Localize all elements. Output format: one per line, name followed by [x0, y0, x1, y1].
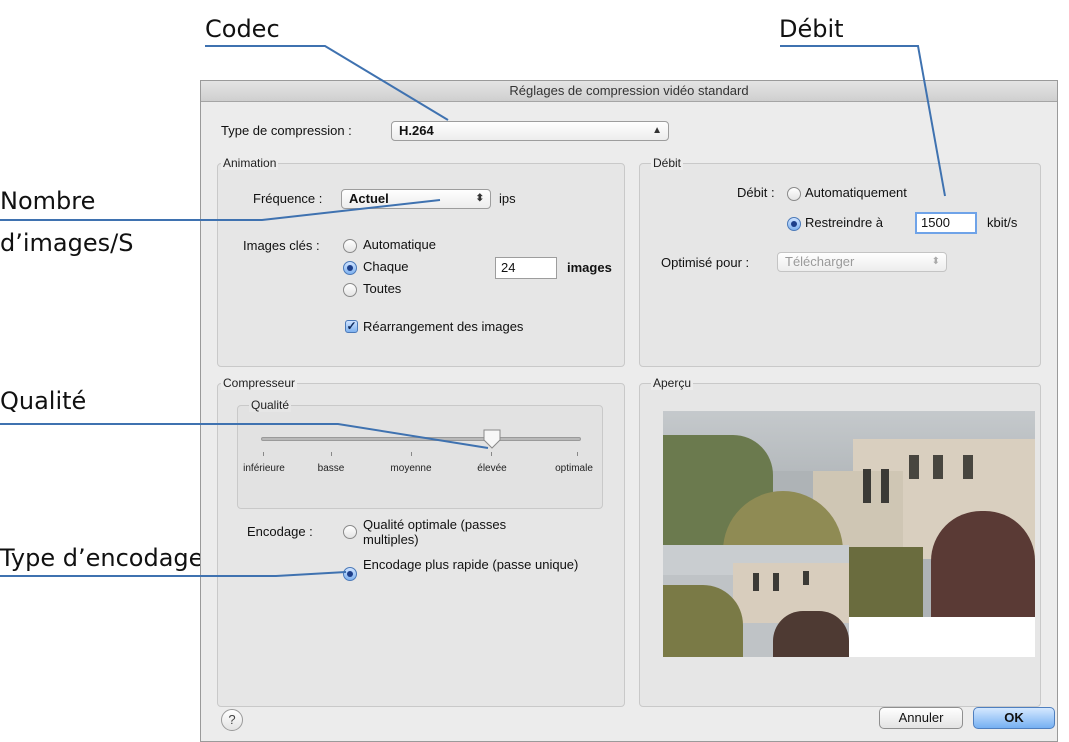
keyframe-radio-chaque[interactable]	[343, 261, 357, 275]
debit-radio-auto[interactable]	[787, 187, 801, 201]
callout-nombre-line2: d’images/S	[0, 229, 134, 257]
quality-label-inferieure: inférieure	[243, 463, 285, 474]
compression-type-label: Type de compression :	[221, 123, 352, 138]
dialog-title: Réglages de compression vidéo standard	[201, 81, 1057, 102]
keyframe-option-chaque: Chaque	[363, 259, 409, 274]
optimise-label: Optimisé pour :	[661, 255, 750, 270]
encodage-label: Encodage :	[247, 524, 313, 539]
encodage-radio-optimal[interactable]	[343, 525, 357, 539]
debit-value-field[interactable]: 1500	[915, 212, 977, 234]
popup-arrows-icon: ▲	[652, 125, 662, 136]
callout-nombre-line1: Nombre	[0, 187, 96, 215]
quality-label-optimale: optimale	[555, 463, 593, 474]
quality-tick	[411, 452, 412, 456]
optimise-popup[interactable]: Télécharger ⬍	[777, 252, 947, 272]
compression-type-popup[interactable]: H.264 ▲	[391, 121, 669, 141]
quality-tick	[331, 452, 332, 456]
compression-dialog: Réglages de compression vidéo standard T…	[200, 80, 1058, 742]
qualite-box	[237, 405, 603, 509]
callout-qualite: Qualité	[0, 387, 87, 415]
callout-debit: Débit	[779, 15, 844, 43]
help-button[interactable]: ?	[221, 709, 243, 731]
keyframes-label: Images clés :	[243, 238, 320, 253]
ok-button[interactable]: OK	[973, 707, 1055, 729]
compresseur-group-title: Compresseur	[221, 376, 298, 390]
preview-image-inset	[663, 545, 849, 657]
debit-group-title: Débit	[651, 156, 684, 170]
quality-tick	[263, 452, 264, 456]
callout-type-encodage: Type d’encodage	[0, 544, 204, 572]
keyframe-interval-field[interactable]: 24	[495, 257, 557, 279]
quality-slider-track[interactable]	[261, 437, 581, 441]
keyframe-unit: images	[567, 260, 612, 275]
debit-radio-restrict[interactable]	[787, 217, 801, 231]
preview-blank-area	[849, 617, 1035, 657]
quality-label-basse: basse	[317, 463, 345, 474]
quality-slider-thumb[interactable]	[483, 429, 501, 449]
quality-label-elevee: élevée	[477, 463, 507, 474]
optimise-value: Télécharger	[785, 254, 855, 269]
popup-arrows-icon: ⬍	[931, 256, 940, 267]
frequence-unit: ips	[499, 191, 516, 206]
frequence-value: Actuel	[349, 191, 389, 206]
reorder-label: Réarrangement des images	[363, 319, 524, 334]
debit-option-auto: Automatiquement	[805, 185, 907, 200]
keyframe-radio-automatique[interactable]	[343, 239, 357, 253]
encodage-option-optimal: Qualité optimale (passes multiples)	[363, 517, 507, 547]
keyframe-option-automatique: Automatique	[363, 237, 436, 252]
animation-group-title: Animation	[221, 156, 279, 170]
popup-arrows-icon: ⬍	[475, 193, 484, 204]
reorder-checkbox[interactable]: ✓	[345, 320, 358, 333]
debit-option-restrict: Restreindre à	[805, 215, 884, 230]
quality-label-moyenne: moyenne	[390, 463, 432, 474]
quality-tick	[577, 452, 578, 456]
compression-type-value: H.264	[399, 123, 434, 138]
encodage-option-rapide: Encodage plus rapide (passe unique)	[363, 557, 579, 572]
debit-label: Débit :	[737, 185, 775, 200]
apercu-group-title: Aperçu	[651, 376, 694, 390]
keyframe-option-toutes: Toutes	[363, 281, 402, 296]
debit-unit: kbit/s	[987, 215, 1018, 230]
frequence-popup[interactable]: Actuel ⬍	[341, 189, 491, 209]
qualite-box-title: Qualité	[249, 398, 292, 412]
quality-tick	[491, 452, 492, 456]
callout-codec: Codec	[205, 15, 280, 43]
frequence-label: Fréquence :	[253, 191, 323, 206]
keyframe-radio-toutes[interactable]	[343, 283, 357, 297]
cancel-button[interactable]: Annuler	[879, 707, 963, 729]
encodage-radio-rapide[interactable]	[343, 567, 357, 581]
